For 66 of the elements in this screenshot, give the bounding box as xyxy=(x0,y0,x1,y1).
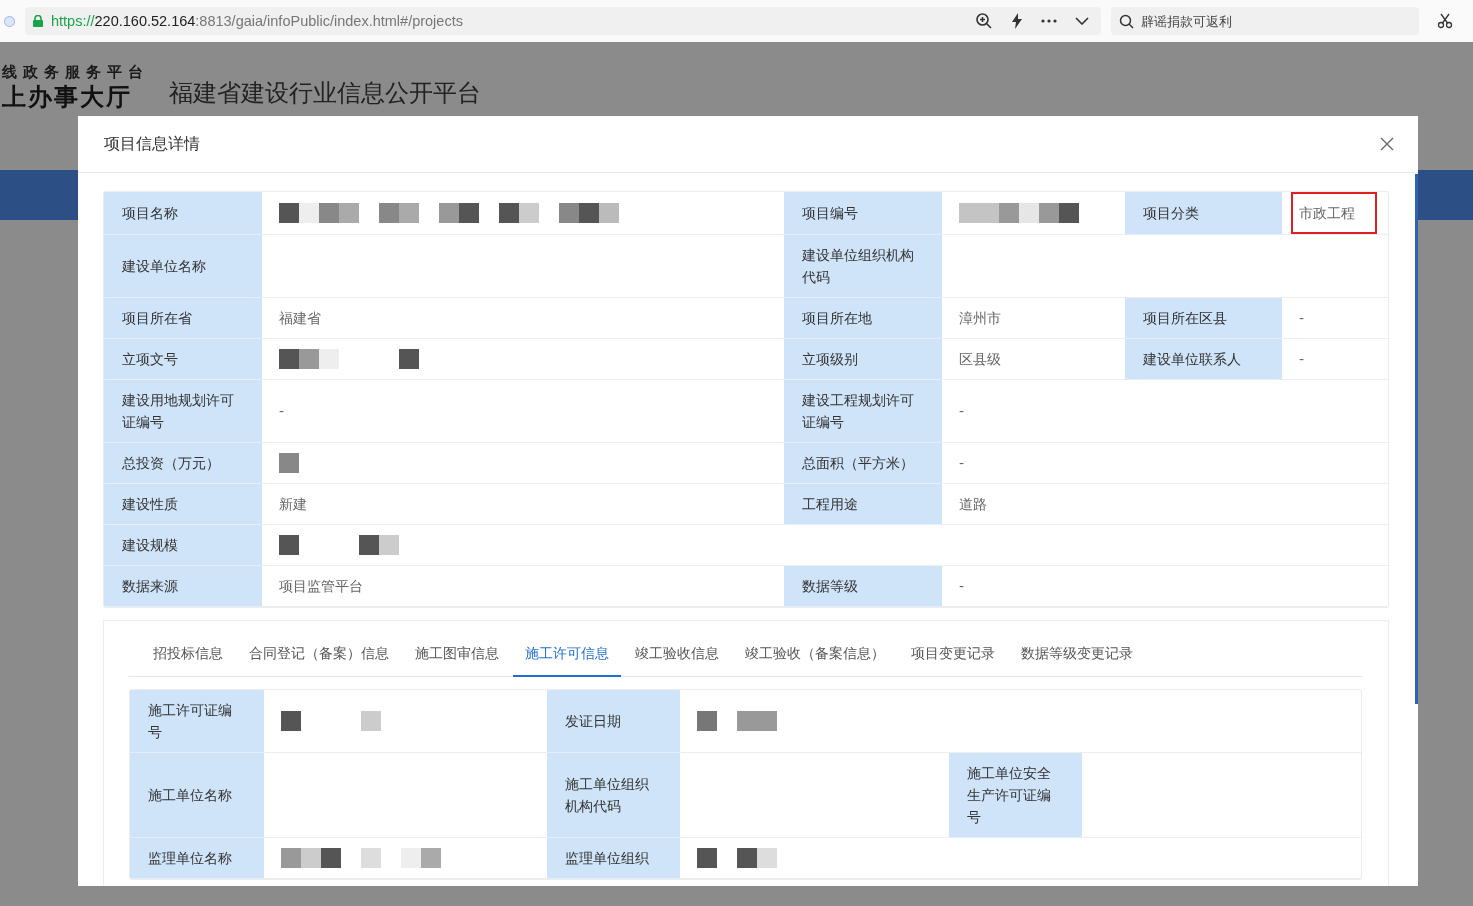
scissors-icon[interactable] xyxy=(1437,13,1453,29)
field-label: 建设单位组织机构代码 xyxy=(784,235,942,298)
field-label: 建设工程规划许可证编号 xyxy=(784,380,942,443)
search-field[interactable]: 辟谣捐款可返利 xyxy=(1111,7,1419,35)
field-label: 工程用途 xyxy=(784,484,942,525)
field-label: 项目所在省 xyxy=(104,298,262,339)
tab[interactable]: 合同登记（备案）信息 xyxy=(237,635,401,677)
field-label: 建设用地规划许可证编号 xyxy=(104,380,262,443)
field-label: 项目所在区县 xyxy=(1125,298,1282,339)
field-label: 发证日期 xyxy=(547,690,680,753)
field-value: 漳州市 xyxy=(959,309,1001,328)
field-label: 立项级别 xyxy=(784,339,942,380)
field-value: 道路 xyxy=(959,495,987,514)
field-value: - xyxy=(1299,309,1305,328)
field-label: 建设单位联系人 xyxy=(1125,339,1282,380)
field-label: 项目名称 xyxy=(104,192,262,235)
url-text: https://220.160.52.164:8813/gaia/infoPublic/index.html#/projects xyxy=(51,13,464,29)
field-label: 监理单位组织 xyxy=(547,838,680,879)
close-icon[interactable] xyxy=(1380,137,1394,151)
field-label: 立项文号 xyxy=(104,339,262,380)
tab[interactable]: 竣工验收信息 xyxy=(623,635,731,677)
field-label: 施工许可证编号 xyxy=(130,690,264,753)
scrollbar[interactable] xyxy=(1415,174,1418,704)
platform-title: 福建省建设行业信息公开平台 xyxy=(169,78,481,108)
field-value: - xyxy=(1299,350,1305,369)
tab[interactable]: 施工许可信息 xyxy=(513,635,621,677)
field-value: - xyxy=(959,454,965,473)
field-label: 施工单位名称 xyxy=(130,753,264,838)
field-label: 建设规模 xyxy=(104,525,262,566)
chevron-down-icon[interactable] xyxy=(1075,17,1089,25)
tab[interactable]: 项目变更记录 xyxy=(899,635,1007,677)
field-value: 新建 xyxy=(279,495,307,514)
modal-title: 项目信息详情 xyxy=(104,133,200,155)
field-value: - xyxy=(959,577,965,596)
tab[interactable]: 施工图审信息 xyxy=(403,635,511,677)
field-label: 监理单位名称 xyxy=(130,838,264,879)
site-title: 上办事大厅 xyxy=(2,83,133,112)
field-label: 建设性质 xyxy=(104,484,262,525)
zoom-icon[interactable] xyxy=(975,12,993,30)
tab[interactable]: 数据等级变更记录 xyxy=(1009,635,1145,677)
tab[interactable]: 招投标信息 xyxy=(141,635,235,677)
highlighted-value: 市政工程 xyxy=(1291,192,1377,234)
field-label: 施工单位组织机构代码 xyxy=(547,753,680,838)
field-label: 项目分类 xyxy=(1125,192,1282,235)
lock-icon xyxy=(33,15,43,27)
field-label: 数据等级 xyxy=(784,566,942,607)
field-value: 区县级 xyxy=(959,350,1001,369)
field-label: 施工单位安全生产许可证编号 xyxy=(949,753,1082,838)
field-value: 项目监管平台 xyxy=(279,577,363,596)
site-subtitle: 线政务服务平台 xyxy=(2,62,149,82)
field-label: 总投资（万元） xyxy=(104,443,262,484)
field-label: 建设单位名称 xyxy=(104,235,262,298)
field-value: 福建省 xyxy=(279,309,321,328)
favicon-icon xyxy=(4,15,15,27)
field-label: 总面积（平方米） xyxy=(784,443,942,484)
field-label: 项目所在地 xyxy=(784,298,942,339)
address-field[interactable]: https://220.160.52.164:8813/gaia/infoPublic/index.html#/projects xyxy=(25,7,1101,35)
search-icon xyxy=(1119,14,1134,29)
redacted-mosaic xyxy=(279,453,299,473)
field-value: - xyxy=(279,402,285,421)
more-icon[interactable] xyxy=(1041,19,1057,23)
field-value: - xyxy=(959,402,965,421)
field-label: 项目编号 xyxy=(784,192,942,235)
tab[interactable]: 竣工验收（备案信息） xyxy=(733,635,897,677)
lightning-icon[interactable] xyxy=(1011,13,1023,29)
field-label: 数据来源 xyxy=(104,566,262,607)
